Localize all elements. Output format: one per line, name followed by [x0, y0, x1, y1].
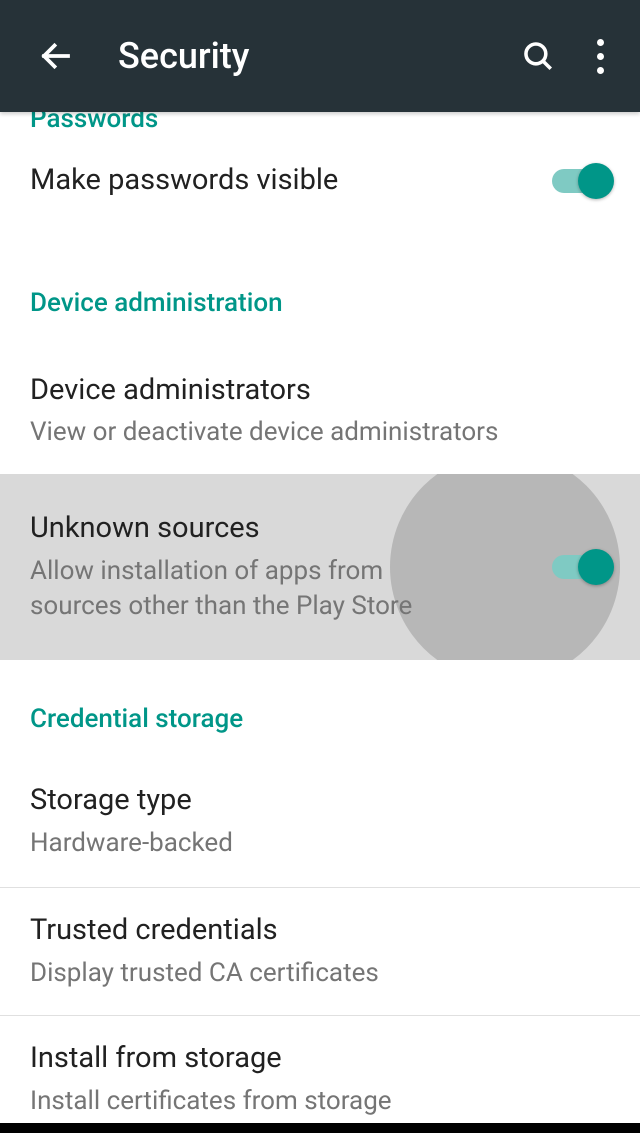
setting-title: Device administrators	[30, 372, 610, 410]
navigation-bar	[0, 1123, 640, 1133]
setting-subtitle: Display trusted CA certificates	[30, 956, 610, 991]
setting-make-passwords-visible[interactable]: Make passwords visible	[0, 134, 640, 228]
search-icon	[521, 39, 555, 73]
setting-trusted-credentials[interactable]: Trusted credentials Display trusted CA c…	[0, 888, 640, 1016]
page-title: Security	[118, 35, 514, 77]
content-area: Passwords Make passwords visible Device …	[0, 104, 640, 1143]
setting-subtitle: Allow installation of apps from sources …	[30, 554, 472, 624]
setting-title: Storage type	[30, 782, 610, 820]
setting-title: Trusted credentials	[30, 912, 610, 950]
more-vert-icon	[597, 39, 604, 74]
setting-subtitle: Hardware-backed	[30, 826, 610, 861]
back-button[interactable]	[32, 32, 80, 80]
setting-title: Unknown sources	[30, 510, 472, 548]
setting-device-administrators[interactable]: Device administrators View or deactivate…	[0, 348, 640, 475]
section-header-credential-storage: Credential storage	[0, 660, 640, 760]
section-header-device-admin: Device administration	[0, 228, 640, 348]
back-arrow-icon	[38, 38, 74, 74]
setting-storage-type[interactable]: Storage type Hardware-backed	[0, 760, 640, 888]
setting-title: Make passwords visible	[30, 162, 532, 200]
toggle-make-passwords-visible[interactable]	[552, 169, 610, 193]
setting-subtitle: View or deactivate device administrators	[30, 415, 610, 450]
overflow-menu-button[interactable]	[576, 32, 624, 80]
setting-title: Install from storage	[30, 1040, 610, 1078]
search-button[interactable]	[514, 32, 562, 80]
setting-unknown-sources[interactable]: Unknown sources Allow installation of ap…	[0, 474, 640, 660]
setting-subtitle: Install certificates from storage	[30, 1084, 610, 1119]
app-bar: Security	[0, 0, 640, 112]
toggle-unknown-sources[interactable]	[552, 555, 610, 579]
